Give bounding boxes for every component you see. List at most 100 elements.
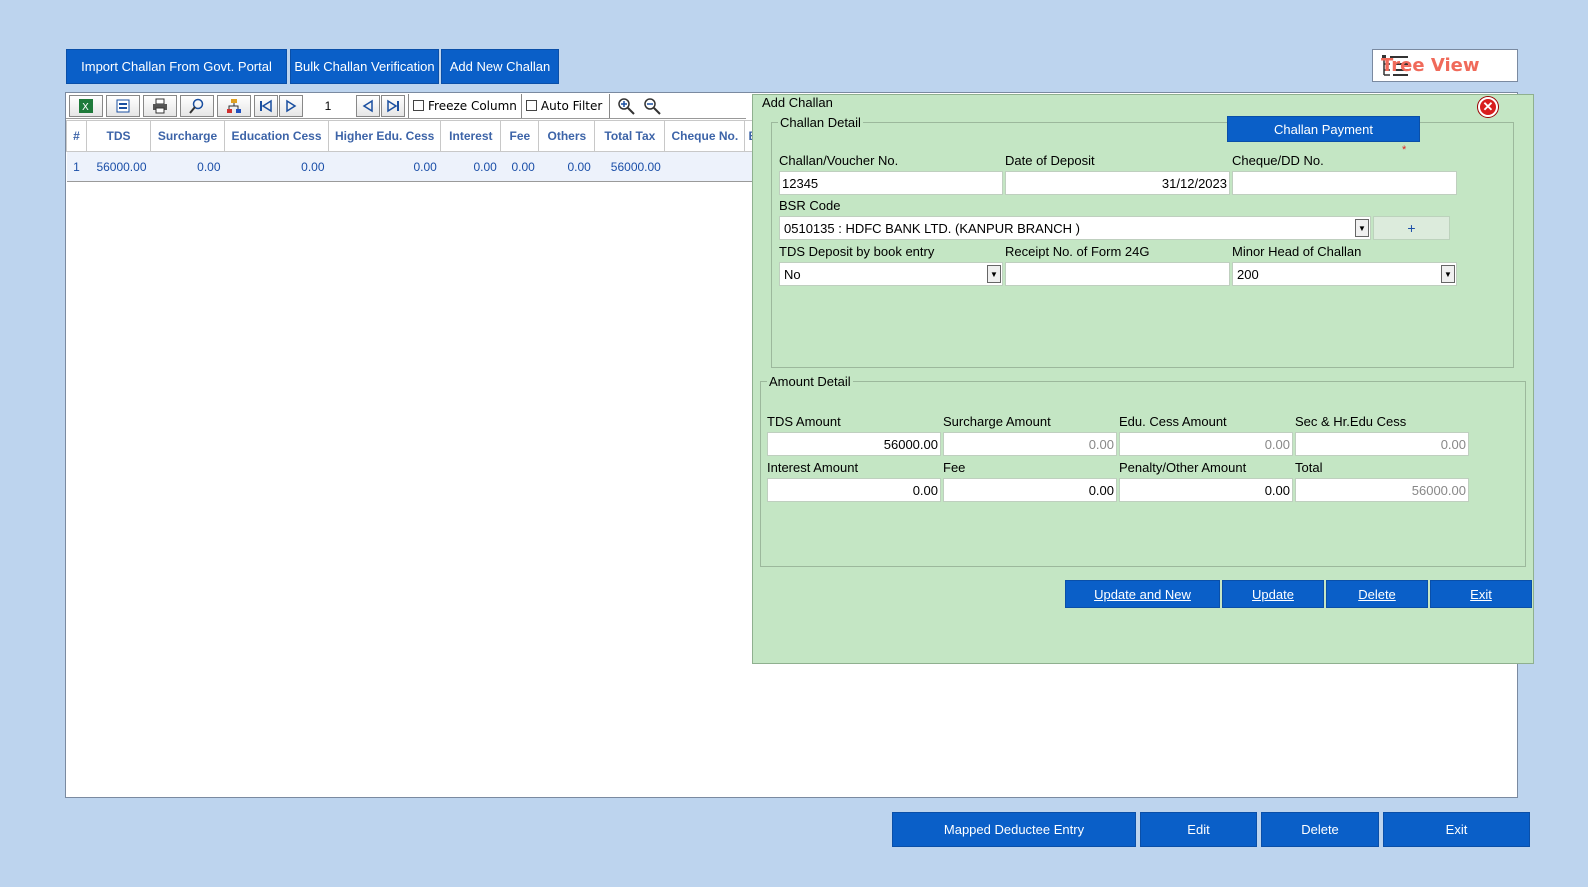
book-entry-select[interactable]: No ▼ — [779, 262, 1003, 286]
bulk-challan-verification-button[interactable]: Bulk Challan Verification — [290, 49, 439, 84]
update-and-new-label: Update and New — [1094, 586, 1191, 602]
minor-head-select[interactable]: 200 ▼ — [1232, 262, 1457, 286]
penalty-input[interactable]: 0.00 — [1119, 478, 1293, 502]
edit-button[interactable]: Edit — [1140, 812, 1257, 847]
freeze-column-checkbox[interactable]: Freeze Column — [408, 93, 521, 118]
main-delete-button[interactable]: Delete — [1261, 812, 1379, 847]
next-page-button[interactable] — [279, 94, 303, 117]
column-header[interactable]: Others — [538, 120, 596, 152]
sec-hr-edu-cess-input[interactable]: 0.00 — [1295, 432, 1469, 456]
receipt-input[interactable] — [1005, 262, 1230, 286]
cheque-label: Cheque/DD No. — [1232, 153, 1324, 168]
voucher-label: Challan/Voucher No. — [779, 153, 899, 168]
main-exit-button[interactable]: Exit — [1383, 812, 1530, 847]
hierarchy-button[interactable] — [217, 94, 251, 117]
interest-amount-input[interactable]: 0.00 — [767, 478, 941, 502]
play-icon — [286, 99, 297, 112]
update-and-new-button[interactable]: Update and New — [1065, 580, 1220, 608]
table-cell: 0.00 — [500, 151, 539, 182]
tds-amount-input[interactable]: 56000.00 — [767, 432, 941, 456]
table-cell: 56000.00 — [86, 151, 151, 182]
table-cell — [664, 151, 745, 182]
first-page-icon — [260, 99, 272, 112]
table-cell: 0.00 — [538, 151, 595, 182]
minor-head-label: Minor Head of Challan — [1232, 244, 1362, 259]
table-cell: 0.00 — [150, 151, 225, 182]
amount-detail-legend: Amount Detail — [769, 374, 851, 389]
column-header[interactable]: Total Tax — [594, 120, 666, 152]
auto-filter-checkbox[interactable]: Auto Filter — [520, 93, 606, 118]
add-challan-dialog: Add Challan ✕ Challan Detail Challan Pay… — [752, 94, 1534, 664]
zoom-out-icon — [644, 97, 662, 115]
export-excel-button[interactable]: X — [69, 94, 103, 117]
zoom-in-icon — [618, 97, 636, 115]
column-header[interactable]: Cheque No. — [664, 120, 746, 152]
add-new-challan-button[interactable]: Add New Challan — [441, 49, 559, 84]
voucher-input[interactable]: 12345 — [779, 171, 1003, 195]
chevron-down-icon[interactable]: ▼ — [1355, 219, 1369, 237]
table-cell: 1 — [66, 151, 87, 182]
mapped-deductee-entry-button[interactable]: Mapped Deductee Entry — [892, 812, 1136, 847]
cheque-input[interactable] — [1232, 171, 1457, 195]
toolbar-divider — [609, 93, 611, 118]
column-header[interactable]: # — [66, 120, 87, 152]
page-number[interactable]: 1 — [303, 99, 353, 113]
table-cell: 56000.00 — [594, 151, 665, 182]
delete-label: Delete — [1358, 586, 1396, 602]
zoom-out-button[interactable] — [639, 95, 665, 117]
exit-button[interactable]: Exit — [1430, 580, 1532, 608]
printer-icon — [153, 98, 167, 113]
column-header[interactable]: Higher Edu. Cess — [327, 120, 442, 152]
export-csv-button[interactable] — [106, 94, 140, 117]
receipt-label: Receipt No. of Form 24G — [1005, 244, 1150, 259]
column-header[interactable]: Education Cess — [224, 120, 329, 152]
table-row[interactable]: 1 56000.00 0.00 0.00 0.00 0.00 0.00 0.00… — [66, 151, 769, 182]
sec-hr-edu-cess-label: Sec & Hr.Edu Cess — [1295, 414, 1407, 429]
bsr-select[interactable]: 0510135 : HDFC BANK LTD. (KANPUR BRANCH … — [779, 216, 1371, 240]
add-bsr-button[interactable]: + — [1373, 216, 1450, 240]
deposit-date-label: Date of Deposit — [1005, 153, 1095, 168]
column-header[interactable]: Fee — [500, 120, 540, 152]
tree-view-button[interactable]: Tree View — [1372, 49, 1518, 82]
total-label: Total — [1295, 460, 1323, 475]
chevron-down-icon[interactable]: ▼ — [987, 265, 1001, 283]
interest-amount-label: Interest Amount — [767, 460, 859, 475]
challan-payment-button[interactable]: Challan Payment — [1227, 116, 1420, 142]
edu-cess-label: Edu. Cess Amount — [1119, 414, 1227, 429]
zoom-in-button[interactable] — [613, 95, 639, 117]
chevron-down-icon[interactable]: ▼ — [1441, 265, 1455, 283]
challan-detail-legend: Challan Detail — [780, 115, 861, 130]
dialog-title: Add Challan — [762, 95, 833, 110]
delete-button[interactable]: Delete — [1326, 580, 1428, 608]
print-button[interactable] — [143, 94, 177, 117]
fee-input[interactable]: 0.00 — [943, 478, 1117, 502]
minor-head-value: 200 — [1237, 266, 1259, 282]
column-header[interactable]: Interest — [440, 120, 502, 152]
surcharge-amount-input[interactable]: 0.00 — [943, 432, 1117, 456]
update-button[interactable]: Update — [1222, 580, 1324, 608]
svg-text:X: X — [82, 102, 89, 113]
freeze-column-label: Freeze Column — [428, 98, 517, 113]
book-entry-value: No — [784, 266, 801, 282]
import-challan-button[interactable]: Import Challan From Govt. Portal — [66, 49, 287, 84]
previous-page-button[interactable] — [356, 94, 380, 117]
close-icon[interactable]: ✕ — [1478, 97, 1498, 117]
book-entry-label: TDS Deposit by book entry — [779, 244, 935, 259]
hierarchy-icon — [227, 98, 241, 113]
surcharge-amount-label: Surcharge Amount — [943, 414, 1051, 429]
excel-icon: X — [79, 98, 93, 113]
table-cell: 0.00 — [328, 151, 441, 182]
search-button[interactable] — [180, 94, 214, 117]
edu-cess-input[interactable]: 0.00 — [1119, 432, 1293, 456]
exit-label: Exit — [1470, 586, 1492, 602]
deposit-date-input[interactable]: 31/12/2023 — [1005, 171, 1230, 195]
grid-toolbar: X 1 Freeze Column Auto Filter — [66, 93, 746, 119]
last-page-button[interactable] — [381, 94, 405, 117]
first-page-button[interactable] — [254, 94, 278, 117]
required-mark: * — [1402, 144, 1407, 156]
table-cell: 0.00 — [224, 151, 329, 182]
column-header[interactable]: Surcharge — [150, 120, 225, 152]
penalty-label: Penalty/Other Amount — [1119, 460, 1247, 475]
fee-label: Fee — [943, 460, 966, 475]
column-header[interactable]: TDS — [86, 120, 151, 152]
